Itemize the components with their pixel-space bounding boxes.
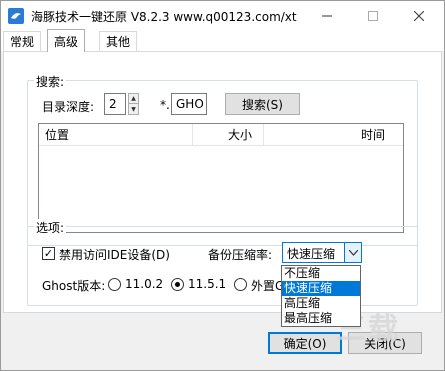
column-time[interactable]: 时间 (355, 124, 391, 146)
close-window-button[interactable] (396, 1, 442, 31)
ghost-version-label-external[interactable]: 外置G (251, 277, 284, 294)
spin-up-icon[interactable]: ▲ (129, 94, 138, 104)
close-icon (414, 11, 424, 21)
advanced-tab-panel: 搜索: 目录深度: 2 ▲ ▼ *. GHO 搜索(S) 位置 大小 时间 选项… (3, 51, 442, 327)
tab-other[interactable]: 其他 (99, 31, 138, 51)
search-button[interactable]: 搜索(S) (225, 93, 300, 115)
compression-option-fast[interactable]: 快速压缩 (282, 281, 360, 296)
tab-label: 高级 (54, 34, 79, 49)
tab-strip: 常规 高级 其他 (1, 29, 444, 52)
dolphin-app-icon (8, 8, 24, 24)
search-group: 搜索: 目录深度: 2 ▲ ▼ *. GHO 搜索(S) 位置 大小 时间 (27, 73, 418, 246)
app-window: 海豚技术一键还原 V8.2.3 www.q00123.com/xt 常规 高级 … (0, 0, 445, 371)
disable-ide-label[interactable]: 禁用访问IDE设备(D) (59, 246, 170, 263)
minimize-button[interactable] (304, 1, 350, 31)
search-group-legend: 搜索: (34, 73, 67, 90)
disable-ide-checkbox[interactable]: ✓ (42, 247, 55, 260)
compression-option-none[interactable]: 不压缩 (282, 266, 360, 281)
extension-input[interactable]: GHO (171, 93, 207, 115)
compression-dropdown-list[interactable]: 不压缩 快速压缩 高压缩 最高压缩 (281, 265, 361, 327)
column-divider[interactable] (192, 124, 193, 146)
compression-select[interactable]: 快速压缩 (282, 242, 362, 263)
tab-label: 常规 (10, 35, 35, 49)
ghost-version-radio-11.5.1[interactable] (171, 278, 184, 291)
results-list-header: 位置 大小 时间 (39, 124, 403, 146)
maximize-icon (368, 11, 378, 21)
tab-general[interactable]: 常规 (3, 31, 42, 51)
directory-depth-spinner[interactable]: ▲ ▼ (128, 93, 139, 115)
maximize-button[interactable] (350, 1, 396, 31)
tab-advanced[interactable]: 高级 (47, 29, 86, 52)
extension-prefix-label: *. (160, 98, 170, 112)
ghost-version-radio-11.0.2[interactable] (108, 278, 121, 291)
column-size[interactable]: 大小 (222, 124, 258, 146)
directory-depth-input[interactable]: 2 (104, 93, 126, 115)
ghost-version-label: Ghost版本: (42, 279, 106, 293)
compression-label: 备份压缩率: (208, 248, 273, 262)
column-divider[interactable] (263, 124, 264, 146)
spin-down-icon[interactable]: ▼ (129, 104, 138, 114)
tab-label: 其他 (106, 35, 131, 49)
ghost-version-label-11.0.2[interactable]: 11.0.2 (125, 277, 163, 291)
compression-selected-value: 快速压缩 (287, 247, 336, 261)
ghost-version-label-11.5.1[interactable]: 11.5.1 (188, 277, 226, 291)
search-results-list[interactable]: 位置 大小 时间 (38, 123, 404, 233)
compression-option-high[interactable]: 高压缩 (282, 296, 360, 311)
directory-depth-label: 目录深度: (42, 100, 95, 114)
ok-button[interactable]: 确定(O) (268, 332, 342, 354)
minimize-icon (322, 15, 332, 17)
options-group-legend: 选项: (34, 219, 67, 236)
window-title: 海豚技术一键还原 V8.2.3 www.q00123.com/xt (31, 10, 297, 24)
ghost-version-radio-external[interactable] (234, 278, 247, 291)
title-bar[interactable]: 海豚技术一键还原 V8.2.3 www.q00123.com/xt (1, 1, 444, 31)
chevron-down-icon[interactable] (344, 243, 361, 262)
compression-option-max[interactable]: 最高压缩 (282, 311, 360, 326)
column-location[interactable]: 位置 (39, 124, 75, 146)
